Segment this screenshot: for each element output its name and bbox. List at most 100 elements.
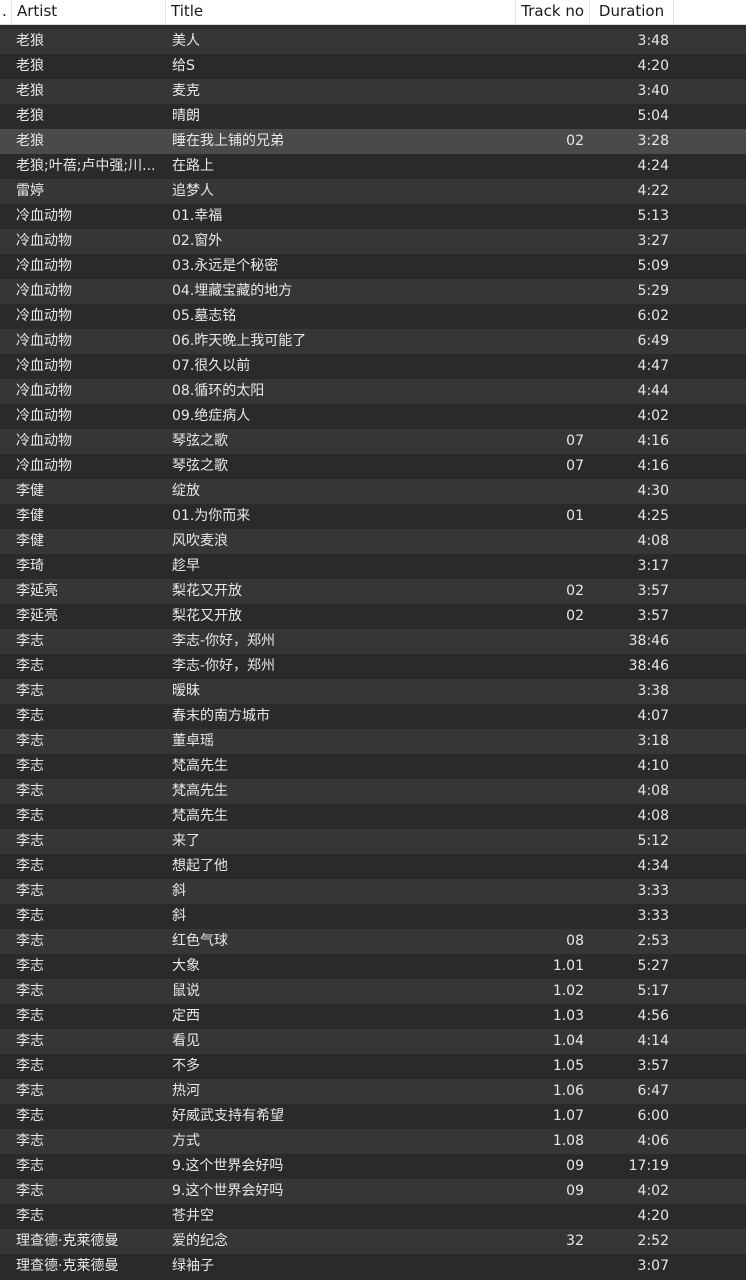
table-row[interactable]: 李志 李志-你好，郑州 38:46 <box>0 629 746 654</box>
table-row[interactable]: 冷血动物 琴弦之歌 07 4:16 <box>0 429 746 454</box>
column-header-title[interactable]: Title <box>166 0 516 24</box>
cell-title: 方式 <box>172 1133 200 1149</box>
table-row[interactable]: 老狼 给S 4:20 <box>0 54 746 79</box>
table-row[interactable]: 冷血动物 07.很久以前 4:47 <box>0 354 746 379</box>
cell-track-no: 02 <box>566 608 584 624</box>
table-row[interactable]: 李志 好威武支持有希望 1.07 6:00 <box>0 1104 746 1129</box>
cell-filler <box>669 129 746 154</box>
cell-artist: 李志 <box>16 708 44 724</box>
cell-artist: 李琦 <box>16 558 44 574</box>
cell-filler <box>669 379 746 404</box>
table-row[interactable]: 李琦 趁早 3:17 <box>0 554 746 579</box>
cell-title: 在路上 <box>172 158 214 174</box>
cell-filler <box>669 1204 746 1229</box>
track-list: . Artist Title Track no Duration 老狼 美人 3:4… <box>0 0 746 1280</box>
cell-artist: 李志 <box>16 1033 44 1049</box>
cell-title: 热河 <box>172 1083 200 1099</box>
table-row[interactable]: 李志 想起了他 4:34 <box>0 854 746 879</box>
cell-artist: 李志 <box>16 883 44 899</box>
cell-track-no <box>516 79 584 104</box>
table-row[interactable]: 老狼;叶蓓;卢中强;川... 在路上 4:24 <box>0 154 746 179</box>
table-row[interactable]: 冷血动物 06.昨天晚上我可能了 6:49 <box>0 329 746 354</box>
cell-duration: 4:14 <box>637 1033 669 1049</box>
cell-track-no <box>516 629 584 654</box>
cell-filler <box>669 829 746 854</box>
table-row[interactable]: 李志 鼠说 1.02 5:17 <box>0 979 746 1004</box>
table-row[interactable]: 李健 01.为你而来 01 4:25 <box>0 504 746 529</box>
cell-track-no: 07 <box>566 433 584 449</box>
cell-track-no <box>516 754 584 779</box>
table-row[interactable]: 李志 春末的南方城市 4:07 <box>0 704 746 729</box>
cell-artist: 李志 <box>16 1108 44 1124</box>
column-header-index[interactable]: . <box>0 0 12 24</box>
table-row[interactable]: 李志 梵高先生 4:08 <box>0 779 746 804</box>
table-row[interactable]: 冷血动物 琴弦之歌 07 4:16 <box>0 454 746 479</box>
cell-filler <box>669 1229 746 1254</box>
table-row[interactable]: 李志 方式 1.08 4:06 <box>0 1129 746 1154</box>
table-row[interactable]: 理查德·克莱德曼 绿袖子 3:07 <box>0 1254 746 1279</box>
table-row[interactable]: 李志 梵高先生 4:08 <box>0 804 746 829</box>
table-row[interactable]: 理查德·克莱德曼 爱的纪念 32 2:52 <box>0 1229 746 1254</box>
table-row[interactable]: 冷血动物 03.永远是个秘密 5:09 <box>0 254 746 279</box>
cell-track-no: 1.02 <box>552 983 584 999</box>
table-row[interactable]: 李志 斜 3:33 <box>0 879 746 904</box>
table-row[interactable]: 李志 红色气球 08 2:53 <box>0 929 746 954</box>
cell-title: 暧昧 <box>172 683 200 699</box>
cell-artist: 李志 <box>16 858 44 874</box>
table-row[interactable]: 李志 9.这个世界会好吗 09 17:19 <box>0 1154 746 1179</box>
track-rows: 老狼 美人 3:48 老狼 给S 4:20 老狼 麦克 3:40 老狼 晴朗 5:04 老狼 睡在我上铺的… <box>0 29 746 1279</box>
table-row[interactable]: 老狼 麦克 3:40 <box>0 79 746 104</box>
table-row[interactable]: 李志 董卓瑶 3:18 <box>0 729 746 754</box>
table-row[interactable]: 李志 9.这个世界会好吗 09 4:02 <box>0 1179 746 1204</box>
table-row[interactable]: 李志 李志-你好，郑州 38:46 <box>0 654 746 679</box>
table-row[interactable]: 李延亮 梨花又开放 02 3:57 <box>0 579 746 604</box>
cell-artist: 李志 <box>16 958 44 974</box>
cell-track-no: 09 <box>566 1158 584 1174</box>
table-row[interactable]: 李延亮 梨花又开放 02 3:57 <box>0 604 746 629</box>
table-row[interactable]: 冷血动物 02.窗外 3:27 <box>0 229 746 254</box>
cell-duration: 38:46 <box>628 633 669 649</box>
cell-artist: 李健 <box>16 508 44 524</box>
table-row[interactable]: 冷血动物 09.绝症病人 4:02 <box>0 404 746 429</box>
cell-track-no: 02 <box>566 583 584 599</box>
cell-title: 大象 <box>172 958 200 974</box>
table-row[interactable]: 冷血动物 08.循环的太阳 4:44 <box>0 379 746 404</box>
table-row[interactable]: 李志 暧昧 3:38 <box>0 679 746 704</box>
cell-title: 梵高先生 <box>172 783 228 799</box>
table-row[interactable]: 李健 风吹麦浪 4:08 <box>0 529 746 554</box>
column-header-artist[interactable]: Artist <box>12 0 166 24</box>
table-row[interactable]: 李志 定西 1.03 4:56 <box>0 1004 746 1029</box>
table-row[interactable]: 李志 不多 1.05 3:57 <box>0 1054 746 1079</box>
table-row[interactable]: 李健 绽放 4:30 <box>0 479 746 504</box>
cell-track-no: 09 <box>566 1183 584 1199</box>
cell-title: 梵高先生 <box>172 808 228 824</box>
cell-title: 定西 <box>172 1008 200 1024</box>
cell-track-no <box>516 779 584 804</box>
cell-track-no <box>516 179 584 204</box>
cell-track-no <box>516 854 584 879</box>
table-row[interactable]: 李志 大象 1.01 5:27 <box>0 954 746 979</box>
table-row[interactable]: 李志 热河 1.06 6:47 <box>0 1079 746 1104</box>
table-row[interactable]: 老狼 美人 3:48 <box>0 29 746 54</box>
cell-artist: 李志 <box>16 983 44 999</box>
table-row[interactable]: 冷血动物 01.幸福 5:13 <box>0 204 746 229</box>
table-row[interactable]: 冷血动物 05.墓志铭 6:02 <box>0 304 746 329</box>
cell-title: 晴朗 <box>172 108 200 124</box>
cell-duration: 4:30 <box>637 483 669 499</box>
table-row[interactable]: 李志 来了 5:12 <box>0 829 746 854</box>
column-header-track-no[interactable]: Track no <box>516 0 590 24</box>
table-row[interactable]: 李志 梵高先生 4:10 <box>0 754 746 779</box>
table-row[interactable]: 李志 苍井空 4:20 <box>0 1204 746 1229</box>
table-row[interactable]: 冷血动物 04.埋藏宝藏的地方 5:29 <box>0 279 746 304</box>
table-row[interactable]: 雷婷 追梦人 4:22 <box>0 179 746 204</box>
column-header-duration[interactable]: Duration <box>590 0 674 24</box>
cell-track-no <box>516 479 584 504</box>
table-row[interactable]: 老狼 晴朗 5:04 <box>0 104 746 129</box>
table-row[interactable]: 李志 看见 1.04 4:14 <box>0 1029 746 1054</box>
cell-filler <box>669 254 746 279</box>
table-row[interactable]: 李志 斜 3:33 <box>0 904 746 929</box>
cell-duration: 3:57 <box>637 608 669 624</box>
cell-track-no <box>516 204 584 229</box>
cell-title: 9.这个世界会好吗 <box>172 1183 284 1199</box>
table-row[interactable]: 老狼 睡在我上铺的兄弟 02 3:28 <box>0 129 746 154</box>
